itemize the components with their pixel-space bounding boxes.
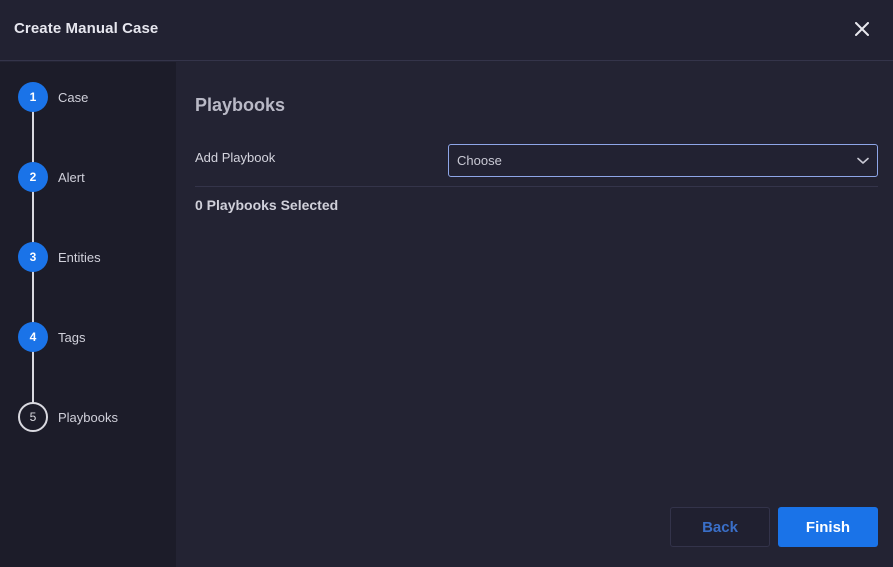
selected-count: 0 Playbooks Selected	[195, 197, 339, 213]
step-label: Tags	[58, 329, 86, 345]
wizard-steps: 1 Case 2 Alert 3 Entities 4 Tags 5 Playb…	[0, 62, 176, 567]
step-label: Case	[58, 89, 89, 105]
step-number-badge: 4	[18, 322, 48, 352]
step-number-badge: 1	[18, 82, 48, 112]
step-alert[interactable]: 2 Alert	[18, 162, 85, 192]
modal-title: Create Manual Case	[14, 20, 159, 37]
step-entities[interactable]: 3 Entities	[18, 242, 101, 272]
finish-button[interactable]: Finish	[778, 507, 878, 547]
playbooks-panel: Playbooks Add Playbook Choose 0 Playbook…	[176, 62, 893, 567]
step-number-badge: 2	[18, 162, 48, 192]
modal-header: Create Manual Case	[0, 0, 893, 61]
close-icon	[855, 22, 869, 36]
chevron-down-icon	[853, 151, 873, 171]
step-playbooks[interactable]: 5 Playbooks	[18, 402, 118, 432]
step-number-badge: 3	[18, 242, 48, 272]
step-label: Alert	[58, 169, 85, 185]
step-label: Entities	[58, 249, 101, 265]
close-button[interactable]	[850, 17, 874, 41]
playbook-select[interactable]: Choose	[448, 144, 878, 177]
divider	[195, 186, 878, 187]
section-title: Playbooks	[195, 95, 286, 115]
step-label: Playbooks	[58, 409, 118, 425]
back-button[interactable]: Back	[670, 507, 770, 547]
add-playbook-label: Add Playbook	[195, 150, 276, 165]
select-value: Choose	[457, 153, 502, 168]
step-case[interactable]: 1 Case	[18, 82, 88, 112]
step-number-badge: 5	[18, 402, 48, 432]
step-tags[interactable]: 4 Tags	[18, 322, 85, 352]
create-case-modal: Create Manual Case 1 Case 2 Alert 3 Enti…	[0, 0, 893, 567]
